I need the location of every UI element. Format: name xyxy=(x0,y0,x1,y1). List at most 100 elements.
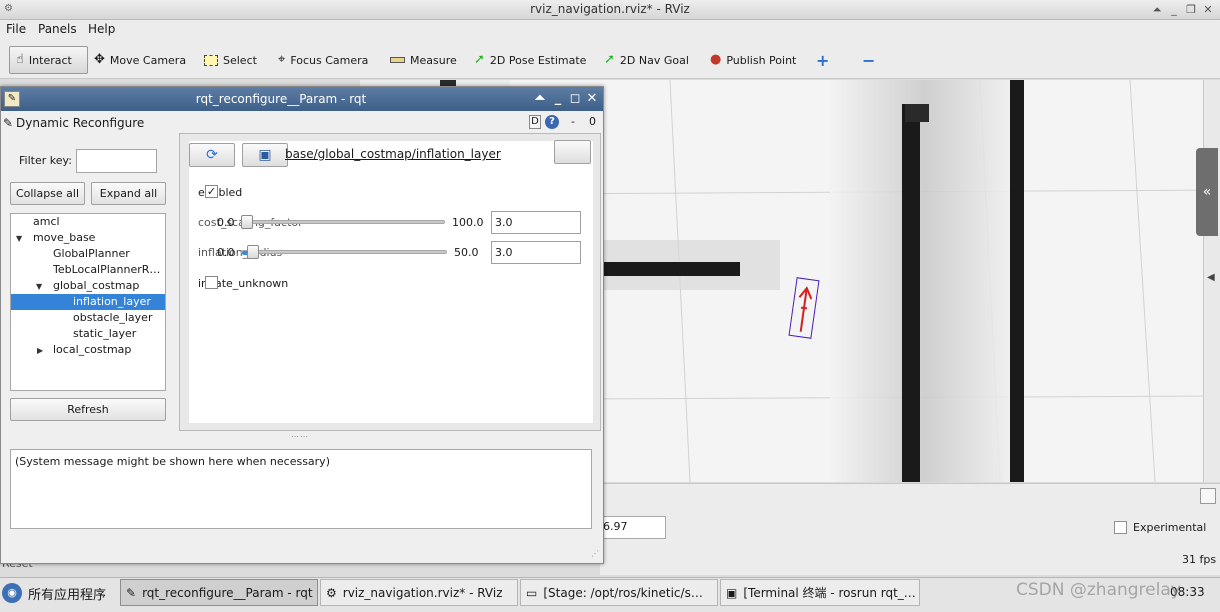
experimental-label: Experimental xyxy=(1133,521,1207,534)
task-stage[interactable]: ▭ [Stage: /opt/ros/kinetic/s… xyxy=(520,579,718,606)
time-panel xyxy=(600,483,1220,575)
plugin-close-button[interactable]: 0 xyxy=(589,115,596,129)
menu-file[interactable]: File xyxy=(6,22,26,36)
param-inflation-radius-min: 0.0 xyxy=(217,246,235,259)
views-collapse-button[interactable]: « xyxy=(1196,148,1218,236)
param-enabled-checkbox[interactable]: ✓ xyxy=(205,185,218,198)
ruler-icon xyxy=(390,57,405,63)
filter-key-input[interactable] xyxy=(76,149,157,173)
robot-footprint xyxy=(788,277,820,339)
move-arrows-icon: ✥ xyxy=(94,52,105,67)
fps-readout: 31 fps xyxy=(1182,553,1217,566)
applications-menu-icon: ◉ xyxy=(2,583,22,603)
expand-all-button[interactable]: Expand all xyxy=(91,182,166,205)
slider-handle[interactable] xyxy=(241,215,253,229)
green-arrow-icon: ➚ xyxy=(604,52,615,67)
help-icon[interactable]: ? xyxy=(545,115,559,129)
add-tool-button[interactable]: + xyxy=(810,46,835,74)
tree-item-inflation-layer[interactable]: inflation_layer xyxy=(11,294,165,310)
chevron-left-icon[interactable]: ◀ xyxy=(1207,272,1215,283)
resize-grip-icon[interactable]: ⋰ xyxy=(591,549,599,558)
tool-focus-camera[interactable]: ⌖ Focus Camera xyxy=(272,46,374,74)
window-icon: ▭ xyxy=(526,585,538,600)
applications-menu-button[interactable]: ◉ 所有应用程序 xyxy=(2,581,106,605)
tool-interact[interactable]: ☝ Interact xyxy=(9,46,88,74)
plugin-controls: D ? - 0 xyxy=(529,115,596,129)
filter-key-label: Filter key: xyxy=(19,154,72,167)
select-box-icon xyxy=(204,54,218,66)
map-pin-icon: ● xyxy=(710,52,722,67)
remove-tool-button[interactable]: − xyxy=(856,46,881,74)
obstacle-wall xyxy=(902,104,920,482)
tool-2d-nav-goal[interactable]: ➚ 2D Nav Goal xyxy=(598,46,695,74)
tool-publish-point[interactable]: ● Publish Point xyxy=(704,46,802,74)
obstacle-wall xyxy=(600,262,740,276)
slider-handle[interactable] xyxy=(247,245,259,259)
tree-item-globalplanner[interactable]: GlobalPlanner xyxy=(11,246,165,262)
notepad-icon: ✎ xyxy=(3,116,14,130)
param-cost-scaling-slider[interactable] xyxy=(241,220,445,225)
shade-window-icon[interactable]: ⏶ xyxy=(1150,3,1164,16)
collapse-all-button[interactable]: Collapse all xyxy=(10,182,85,205)
ros-time-field[interactable]: 6.97 xyxy=(600,516,666,539)
save-params-icon[interactable]: ▣ xyxy=(242,143,288,167)
hand-pointer-icon: ☝ xyxy=(16,52,24,67)
obstacle-wall xyxy=(905,104,929,122)
splitter-handle[interactable]: ⋯⋯ xyxy=(291,432,309,441)
terminal-icon: ▣ xyxy=(726,585,738,600)
minimize-window-icon[interactable]: _ xyxy=(1167,3,1181,16)
tool-select[interactable]: Select xyxy=(198,46,263,74)
menu-help[interactable]: Help xyxy=(88,22,115,36)
tree-item-teb-local-planner[interactable]: TebLocalPlannerR… xyxy=(11,262,165,278)
tree-item-global-costmap[interactable]: global_costmap xyxy=(11,278,165,294)
rviz-window-title: rviz_navigation.rviz* - RViz xyxy=(530,2,690,16)
load-params-icon[interactable]: ⟳ xyxy=(189,143,235,167)
param-inflation-radius-input[interactable]: 3.0 xyxy=(491,241,581,264)
minimize-window-icon[interactable]: _ xyxy=(551,92,565,106)
tree-item-obstacle-layer[interactable]: obstacle_layer xyxy=(11,310,165,326)
inflation-halo xyxy=(830,80,1020,482)
rviz-app-icon: ⚙ xyxy=(326,585,337,600)
param-cost-scaling-input[interactable]: 3.0 xyxy=(491,211,581,234)
experimental-checkbox[interactable] xyxy=(1114,521,1127,534)
task-rviz[interactable]: ⚙ rviz_navigation.rviz* - RViz xyxy=(320,579,518,606)
task-terminal[interactable]: ▣ [Terminal 终端 - rosrun rqt_… xyxy=(720,579,920,606)
plugin-title: Dynamic Reconfigure xyxy=(16,116,145,130)
plugin-minimize-button[interactable]: - xyxy=(571,115,575,129)
menu-panels[interactable]: Panels xyxy=(38,22,77,36)
tool-2d-pose-estimate[interactable]: ➚ 2D Pose Estimate xyxy=(468,46,592,74)
close-window-icon[interactable]: ✕ xyxy=(585,92,599,106)
param-node-path: base/global_costmap/inflation_layer xyxy=(285,147,501,161)
crosshair-icon: ⌖ xyxy=(278,52,286,67)
param-cost-scaling-max: 100.0 xyxy=(452,216,484,229)
rqt-window-title: rqt_reconfigure__Param - rqt xyxy=(195,92,367,106)
obstacle-wall xyxy=(1010,80,1024,482)
tree-item-move-base[interactable]: move_base xyxy=(11,230,165,246)
param-inflation-radius-max: 50.0 xyxy=(454,246,479,259)
tree-item-local-costmap[interactable]: local_costmap xyxy=(11,342,165,358)
param-cost-scaling-min: 0.0 xyxy=(217,216,235,229)
maximize-window-icon[interactable]: ◻ xyxy=(568,92,582,106)
tool-measure[interactable]: Measure xyxy=(384,46,463,74)
close-window-icon[interactable]: ✕ xyxy=(1201,3,1215,16)
green-arrow-icon: ➚ xyxy=(474,52,485,67)
close-param-node-button[interactable] xyxy=(554,140,591,164)
system-message-box: (System message might be shown here when… xyxy=(10,449,592,529)
menubar xyxy=(0,20,1220,40)
refresh-button[interactable]: Refresh xyxy=(10,398,166,421)
rviz-app-icon: ⚙ xyxy=(4,3,13,14)
param-inflate-unknown-checkbox[interactable] xyxy=(205,276,218,289)
task-rqt[interactable]: ✎ rqt_reconfigure__Param - rqt xyxy=(120,579,318,606)
tool-move-camera[interactable]: ✥ Move Camera xyxy=(88,46,192,74)
tree-item-amcl[interactable]: amcl xyxy=(11,214,165,230)
maximize-window-icon[interactable]: ❐ xyxy=(1184,3,1198,16)
dock-toggle-button[interactable]: D xyxy=(529,115,541,129)
panel-toggle-box[interactable] xyxy=(1200,488,1216,504)
node-tree: amcl ▼ move_base GlobalPlanner TebLocalP… xyxy=(10,213,166,391)
tree-item-static-layer[interactable]: static_layer xyxy=(11,326,165,342)
notepad-icon: ✎ xyxy=(126,585,137,600)
shade-window-icon[interactable]: ⏶ xyxy=(533,92,547,106)
watermark: CSDN @zhangrelay xyxy=(1016,580,1181,600)
param-inflation-radius-slider[interactable] xyxy=(241,250,447,255)
rqt-reconfigure-window: ✎ rqt_reconfigure__Param - rqt ⏶ _ ◻ ✕ ✎… xyxy=(0,86,604,564)
